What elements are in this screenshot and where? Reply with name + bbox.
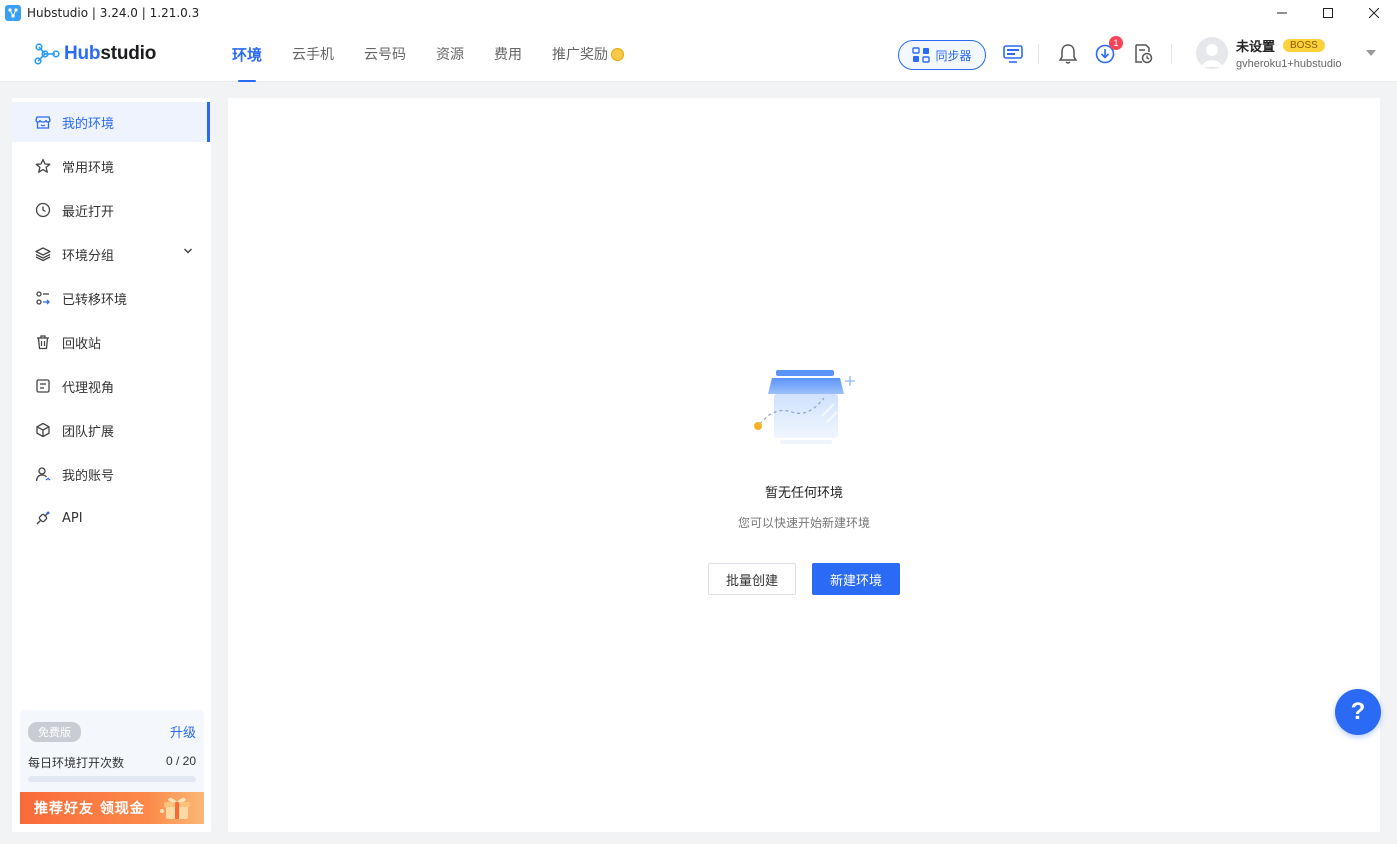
maximize-icon (1323, 8, 1333, 18)
window-titlebar: Hubstudio | 3.24.0 | 1.21.0.3 (0, 0, 1397, 26)
sidebar-item-team-expansion[interactable]: 团队扩展 (12, 410, 211, 450)
clock-icon (34, 201, 52, 219)
sidebar-item-label: 我的账号 (62, 468, 115, 484)
sidebar-item-label: 已转移环境 (62, 292, 128, 308)
sidebar-item-api[interactable]: API (12, 498, 211, 538)
free-plan-badge: 免费版 (28, 722, 81, 742)
sidebar-item-label: 常用环境 (62, 160, 115, 176)
plug-icon (34, 509, 52, 527)
download-count-badge: 1 (1109, 36, 1123, 50)
daily-opens-label: 每日环境打开次数 (28, 756, 125, 770)
cube-icon (34, 421, 52, 439)
maximize-button[interactable] (1305, 0, 1351, 26)
logo-text: Hubstudio (64, 43, 157, 64)
sidebar-item-label: 团队扩展 (62, 424, 115, 440)
sidebar-item-label: 回收站 (62, 336, 102, 352)
sidebar-item-favorite-environments[interactable]: 常用环境 (12, 146, 211, 186)
chevron-down-icon (183, 248, 193, 254)
nav-tab-billing[interactable]: 费用 (494, 26, 522, 82)
promo-text: 推荐好友 领现金 (34, 801, 145, 817)
avatar (1196, 37, 1228, 69)
nav-tab-referral-rewards[interactable]: 推广奖励 (552, 26, 625, 82)
star-icon (34, 157, 52, 175)
sidebar-item-my-environments[interactable]: 我的环境 (12, 102, 211, 142)
header-divider (1038, 44, 1039, 64)
user-icon (34, 465, 52, 483)
sidebar-item-label: 代理视角 (62, 380, 115, 396)
notification-button[interactable] (1056, 42, 1080, 66)
app-header: Hubstudio 环境 云手机 云号码 资源 费用 推广奖励 同步器 1 未设… (0, 26, 1397, 82)
screen-share-button[interactable] (1001, 42, 1025, 66)
sidebar-item-label: 最近打开 (62, 204, 115, 220)
referral-promo-banner[interactable]: 推荐好友 领现金 (20, 792, 204, 824)
minimize-button[interactable] (1259, 0, 1305, 26)
file-clock-icon (1135, 44, 1153, 64)
main-nav: 环境 云手机 云号码 资源 费用 推广奖励 (232, 26, 654, 82)
window-controls (1259, 0, 1397, 26)
sidebar-item-label: 环境分组 (62, 248, 115, 264)
nav-tab-environment[interactable]: 环境 (232, 26, 262, 82)
user-email: gvheroku1+hubstudio (1236, 58, 1342, 70)
empty-state-subtitle: 您可以快速开始新建环境 (737, 516, 870, 530)
upgrade-link[interactable]: 升级 (170, 722, 196, 741)
synchronizer-button[interactable]: 同步器 (898, 40, 986, 70)
new-environment-button[interactable]: 新建环境 (812, 563, 900, 595)
nav-tab-resources[interactable]: 资源 (436, 26, 464, 82)
avatar-icon (1200, 44, 1224, 67)
sidebar-item-proxy-view[interactable]: 代理视角 (12, 366, 211, 406)
download-button[interactable]: 1 (1093, 36, 1123, 66)
environment-content-area: 暂无任何环境 您可以快速开始新建环境 批量创建 新建环境 (228, 98, 1380, 832)
logo-network-icon (34, 43, 60, 65)
store-icon (34, 113, 52, 131)
role-badge: BOSS (1283, 39, 1325, 52)
sidebar: 我的环境 常用环境 最近打开 环境分组 已转移环境 回收站 代理视角 团队扩展 … (12, 98, 211, 832)
daily-opens-progress (28, 776, 196, 782)
empty-store-illustration-icon (754, 370, 855, 444)
sidebar-item-my-account[interactable]: 我的账号 (12, 454, 211, 494)
nav-tab-cloud-number[interactable]: 云号码 (364, 26, 406, 82)
sidebar-item-label: API (62, 510, 83, 526)
sidebar-item-transferred-environments[interactable]: 已转移环境 (12, 278, 211, 318)
monitor-icon (1003, 45, 1023, 63)
batch-create-button[interactable]: 批量创建 (708, 563, 796, 595)
gift-box-icon (160, 797, 190, 819)
sidebar-item-recently-opened[interactable]: 最近打开 (12, 190, 211, 230)
coin-icon (611, 47, 625, 61)
sidebar-item-label: 我的环境 (62, 116, 115, 132)
header-divider (1171, 44, 1172, 64)
layers-icon (34, 245, 52, 263)
proxy-icon (34, 377, 52, 395)
empty-state-title: 暂无任何环境 (764, 486, 843, 501)
sync-icon (912, 47, 931, 63)
history-button[interactable] (1131, 42, 1155, 66)
help-button[interactable]: ? (1335, 689, 1381, 735)
window-title: Hubstudio | 3.24.0 | 1.21.0.3 (27, 6, 200, 20)
app-icon (5, 5, 21, 21)
user-name: 未设置 (1236, 40, 1276, 55)
close-button[interactable] (1351, 0, 1397, 26)
plan-usage-card: 免费版 升级 每日环境打开次数 0 / 20 (20, 710, 204, 794)
close-icon (1369, 8, 1379, 18)
daily-opens-count: 0 / 20 (165, 754, 196, 768)
hubstudio-logo[interactable]: Hubstudio (34, 42, 156, 66)
trash-icon (34, 333, 52, 351)
minimize-icon (1277, 12, 1287, 14)
sidebar-item-environment-groups[interactable]: 环境分组 (12, 234, 211, 274)
user-menu-caret-icon[interactable] (1366, 50, 1376, 56)
transfer-icon (34, 289, 52, 307)
sidebar-item-recycle-bin[interactable]: 回收站 (12, 322, 211, 362)
nav-tab-cloud-phone[interactable]: 云手机 (292, 26, 334, 82)
user-profile[interactable]: 未设置 BOSS gvheroku1+hubstudio (1196, 36, 1362, 70)
bell-icon (1058, 44, 1078, 64)
